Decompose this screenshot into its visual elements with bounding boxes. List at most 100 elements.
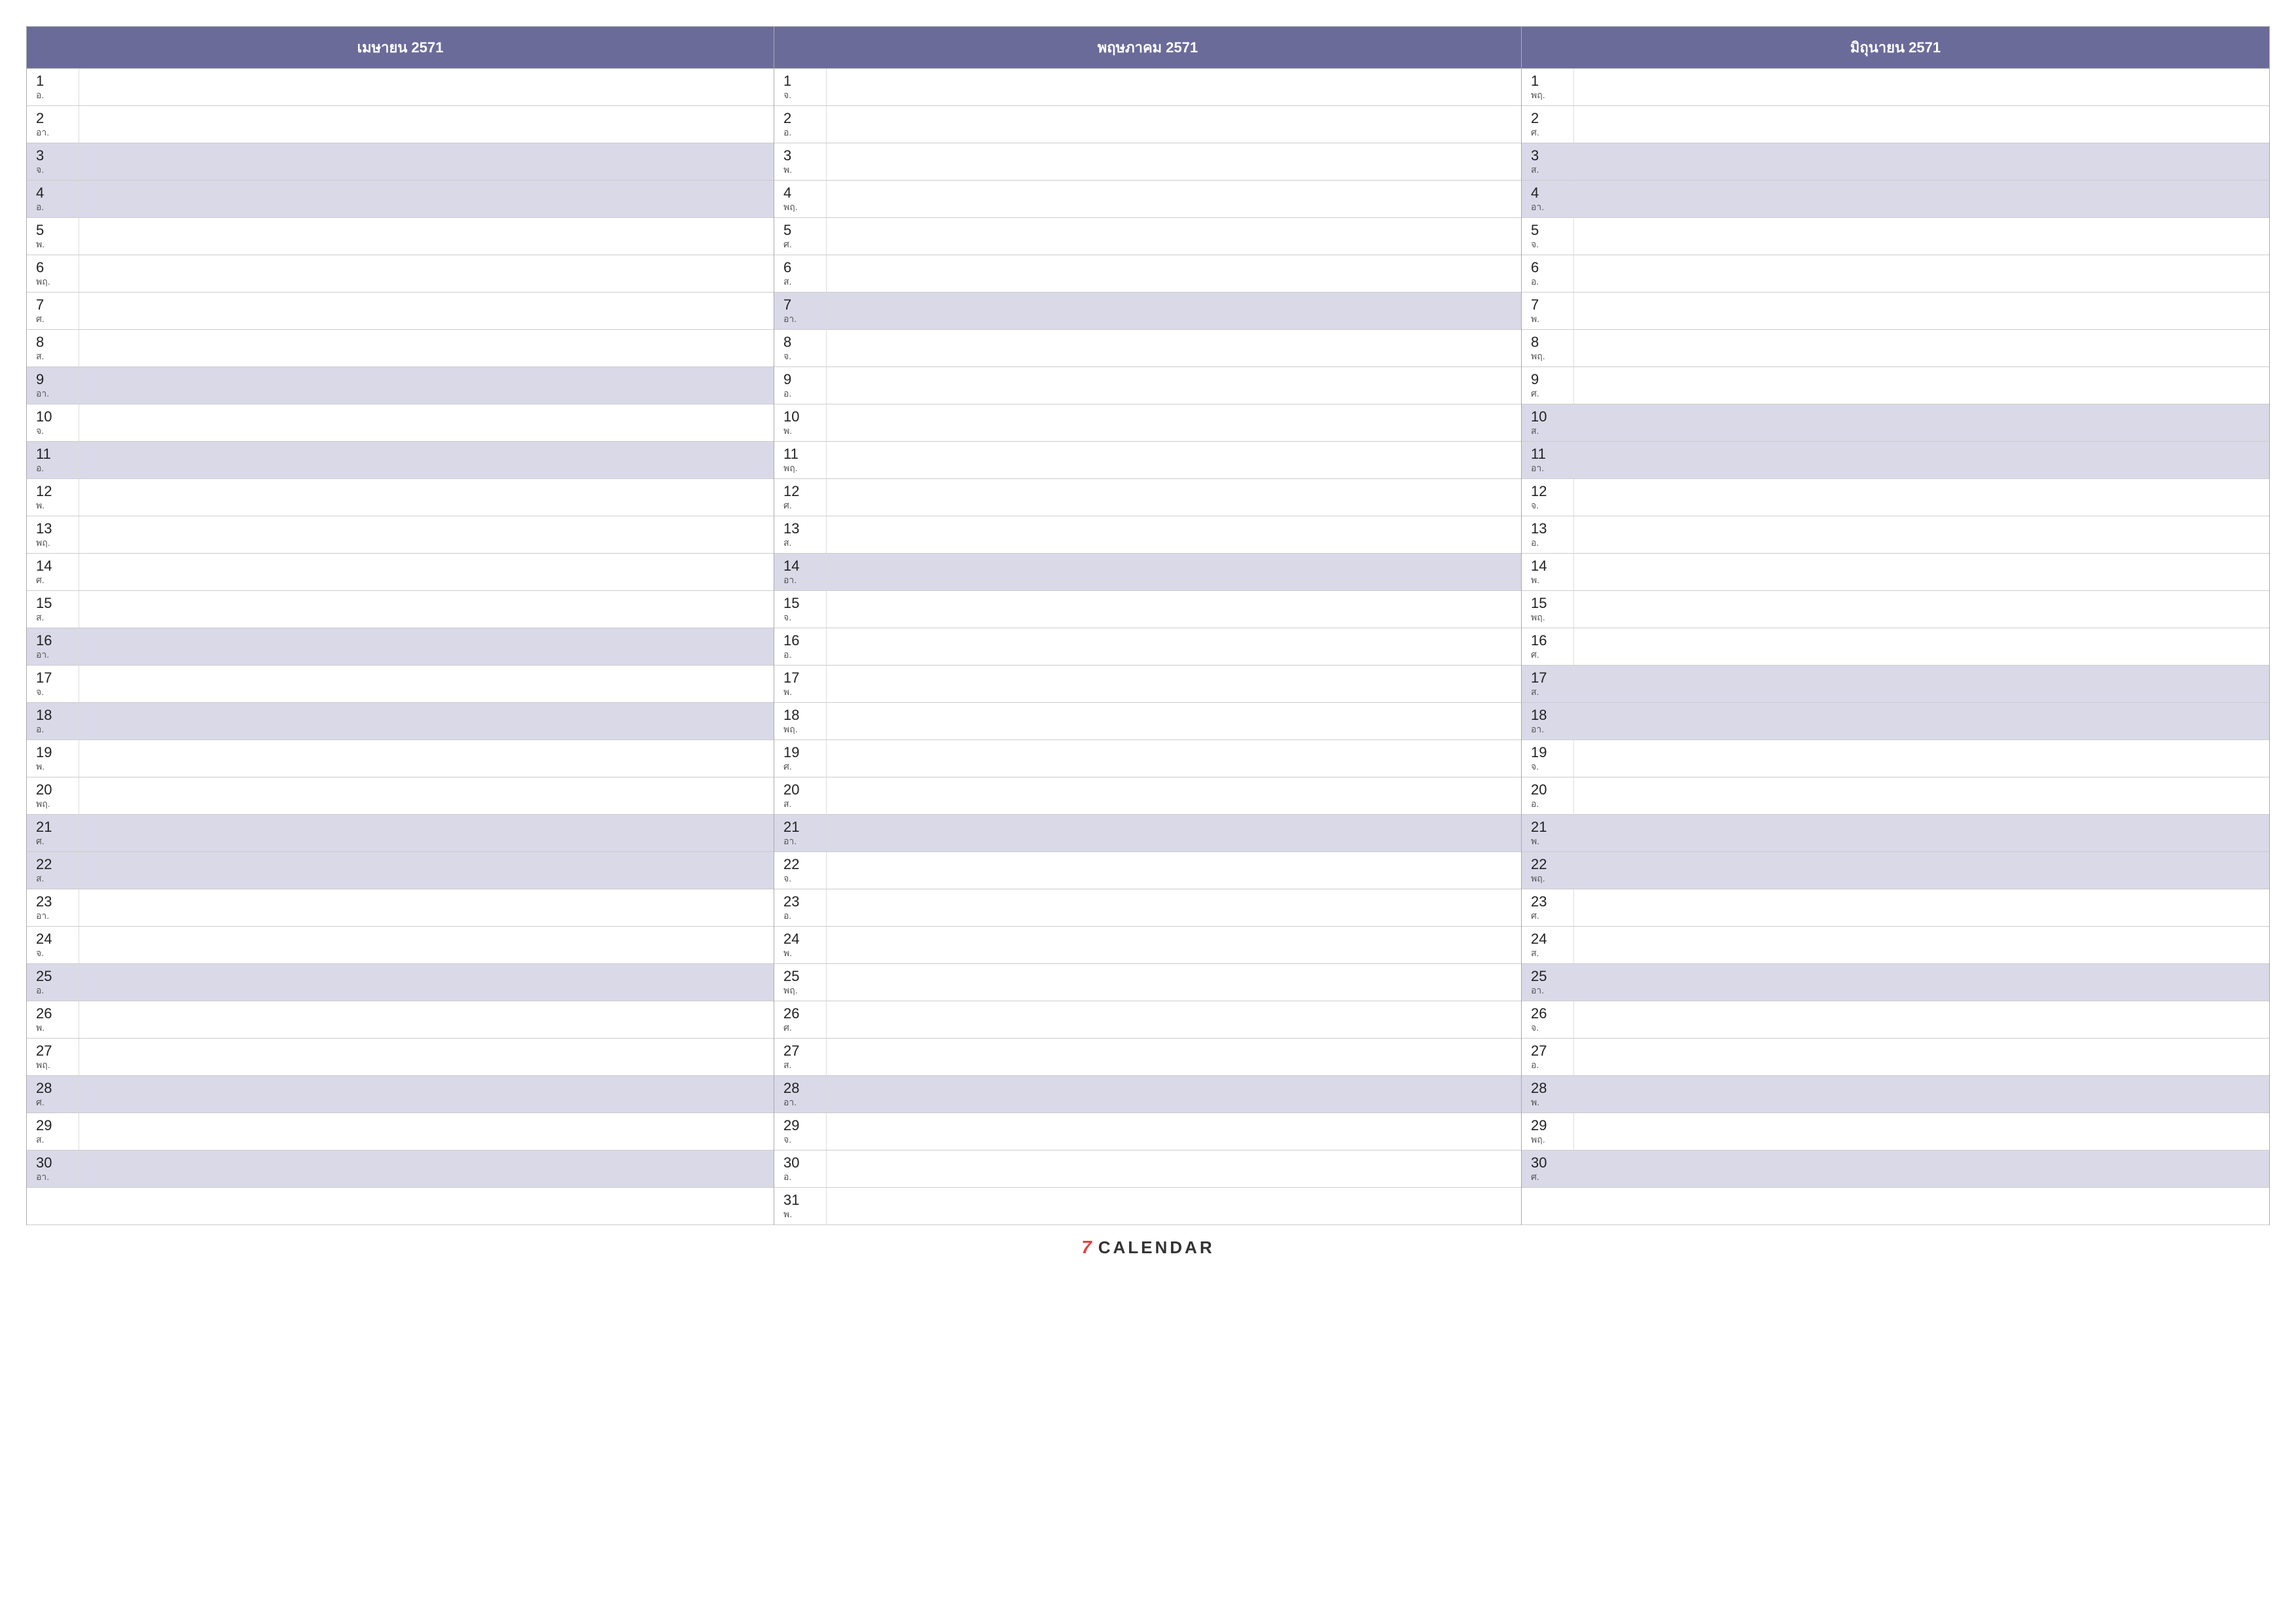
day-number-col-june-7: 7พ. <box>1522 293 1574 329</box>
day-content-april-15 <box>79 591 774 628</box>
day-content-april-12 <box>79 479 774 516</box>
day-row-may-15: 15จ. <box>774 591 1521 628</box>
day-number-col-june-25: 25อา. <box>1522 964 1574 1001</box>
day-row-may-6: 6ส. <box>774 255 1521 293</box>
month-header-june: มิถุนายน 2571 <box>1522 27 2269 69</box>
day-content-april-2 <box>79 106 774 143</box>
day-abbr-may-26: ศ. <box>783 1022 792 1033</box>
day-number-may-26: 26 <box>783 1005 799 1022</box>
day-row-april-27: 27พฤ. <box>27 1039 774 1076</box>
day-number-col-april-23: 23อา. <box>27 889 79 926</box>
day-number-may-7: 7 <box>783 296 791 313</box>
day-row-april-4: 4อ. <box>27 181 774 218</box>
day-number-col-april-20: 20พฤ. <box>27 777 79 814</box>
day-row-june-29: 29พฤ. <box>1522 1113 2269 1150</box>
day-row-may-25: 25พฤ. <box>774 964 1521 1001</box>
day-number-april-10: 10 <box>36 408 52 425</box>
day-number-april-27: 27 <box>36 1043 52 1060</box>
day-number-col-may-6: 6ส. <box>774 255 827 292</box>
day-row-april-18: 18อ. <box>27 703 774 740</box>
day-row-june-25: 25อา. <box>1522 964 2269 1001</box>
day-row-june-24: 24ส. <box>1522 927 2269 964</box>
day-abbr-may-24: พ. <box>783 948 792 959</box>
day-number-may-17: 17 <box>783 669 799 687</box>
day-row-may-31: 31พ. <box>774 1188 1521 1225</box>
day-number-col-may-26: 26ศ. <box>774 1001 827 1038</box>
day-number-col-june-12: 12จ. <box>1522 479 1574 516</box>
day-content-june-8 <box>1574 330 2269 366</box>
day-number-col-may-21: 21อา. <box>774 815 827 851</box>
day-content-june-10 <box>1574 404 2269 441</box>
day-row-june-10: 10ส. <box>1522 404 2269 442</box>
day-number-col-june-18: 18อา. <box>1522 703 1574 740</box>
day-content-april-29 <box>79 1113 774 1150</box>
day-row-may-16: 16อ. <box>774 628 1521 666</box>
day-number-may-13: 13 <box>783 520 799 537</box>
day-abbr-may-1: จ. <box>783 90 791 101</box>
day-row-june-16: 16ศ. <box>1522 628 2269 666</box>
day-abbr-april-9: อา. <box>36 388 49 399</box>
day-content-may-6 <box>827 255 1521 292</box>
day-content-june-24 <box>1574 927 2269 963</box>
day-abbr-april-24: จ. <box>36 948 44 959</box>
day-row-may-3: 3พ. <box>774 143 1521 181</box>
day-number-may-30: 30 <box>783 1154 799 1171</box>
day-content-june-3 <box>1574 143 2269 180</box>
day-number-col-june-27: 27อ. <box>1522 1039 1574 1075</box>
day-number-may-20: 20 <box>783 781 799 798</box>
day-content-may-26 <box>827 1001 1521 1038</box>
day-abbr-june-1: พฤ. <box>1531 90 1545 101</box>
day-number-june-13: 13 <box>1531 520 1547 537</box>
day-number-col-april-4: 4อ. <box>27 181 79 217</box>
day-number-col-june-4: 4อา. <box>1522 181 1574 217</box>
day-abbr-june-9: ศ. <box>1531 388 1539 399</box>
day-number-col-april-25: 25อ. <box>27 964 79 1001</box>
day-abbr-june-5: จ. <box>1531 239 1539 250</box>
day-content-june-14 <box>1574 554 2269 590</box>
day-number-may-21: 21 <box>783 819 799 836</box>
day-number-may-10: 10 <box>783 408 799 425</box>
day-number-june-15: 15 <box>1531 595 1547 612</box>
day-row-may-19: 19ศ. <box>774 740 1521 777</box>
day-number-may-22: 22 <box>783 856 799 873</box>
day-number-april-2: 2 <box>36 110 44 127</box>
day-number-june-20: 20 <box>1531 781 1547 798</box>
day-number-april-26: 26 <box>36 1005 52 1022</box>
day-abbr-june-28: พ. <box>1531 1097 1539 1108</box>
day-content-june-7 <box>1574 293 2269 329</box>
day-number-col-june-15: 15พฤ. <box>1522 591 1574 628</box>
day-row-april-19: 19พ. <box>27 740 774 777</box>
day-abbr-june-20: อ. <box>1531 798 1539 810</box>
month-col-june: มิถุนายน 25711พฤ.2ศ.3ส.4อา.5จ.6อ.7พ.8พฤ.… <box>1522 27 2269 1225</box>
day-row-june-23: 23ศ. <box>1522 889 2269 927</box>
day-number-col-april-5: 5พ. <box>27 218 79 255</box>
day-row-may-23: 23อ. <box>774 889 1521 927</box>
day-number-may-3: 3 <box>783 147 791 164</box>
day-number-june-5: 5 <box>1531 222 1539 239</box>
day-row-june-22: 22พฤ. <box>1522 852 2269 889</box>
day-content-april-11 <box>79 442 774 478</box>
day-abbr-june-26: จ. <box>1531 1022 1539 1033</box>
day-number-april-13: 13 <box>36 520 52 537</box>
day-content-june-5 <box>1574 218 2269 255</box>
day-abbr-april-26: พ. <box>36 1022 45 1033</box>
day-row-may-7: 7อา. <box>774 293 1521 330</box>
day-number-col-april-14: 14ศ. <box>27 554 79 590</box>
day-number-col-april-22: 22ส. <box>27 852 79 889</box>
day-number-col-may-16: 16อ. <box>774 628 827 665</box>
day-row-may-4: 4พฤ. <box>774 181 1521 218</box>
day-abbr-april-20: พฤ. <box>36 798 50 810</box>
day-abbr-june-17: ส. <box>1531 687 1539 698</box>
day-abbr-april-6: พฤ. <box>36 276 50 287</box>
day-abbr-april-7: ศ. <box>36 313 45 325</box>
day-number-col-april-17: 17จ. <box>27 666 79 702</box>
day-row-april-13: 13พฤ. <box>27 516 774 554</box>
day-number-col-may-24: 24พ. <box>774 927 827 963</box>
day-content-june-18 <box>1574 703 2269 740</box>
day-abbr-june-23: ศ. <box>1531 910 1539 921</box>
day-content-may-21 <box>827 815 1521 851</box>
day-number-june-26: 26 <box>1531 1005 1547 1022</box>
day-number-col-april-7: 7ศ. <box>27 293 79 329</box>
day-number-june-2: 2 <box>1531 110 1539 127</box>
day-number-col-may-9: 9อ. <box>774 367 827 404</box>
